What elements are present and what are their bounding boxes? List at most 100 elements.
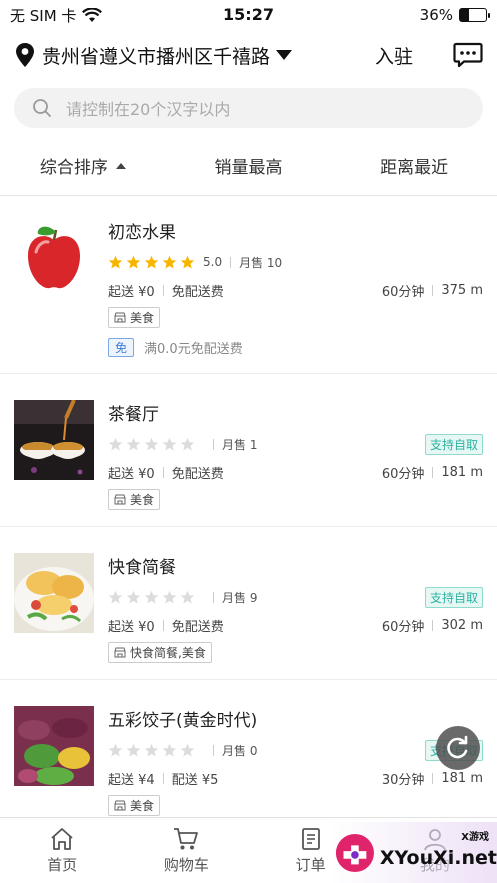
shop-item[interactable]: 快食简餐 月售 9 支持自取 起送 ¥0 免配送费 60分钟 302 m 快食简 <box>0 527 497 680</box>
pickup-badge: 支持自取 <box>424 586 483 608</box>
shop-image-apple <box>14 218 94 298</box>
tab-label: 购物车 <box>163 855 209 874</box>
star-icon <box>144 437 159 450</box>
search-input[interactable]: 请控制在20个汉字以内 <box>66 96 230 120</box>
time-distance: 30分钟 181 m <box>382 769 483 788</box>
min-order: 起送 ¥0 <box>108 284 155 300</box>
category-tag: 快食简餐,美食 <box>108 642 212 663</box>
refresh-icon <box>447 735 468 759</box>
star-icon <box>108 590 123 603</box>
monthly-sales: 月售 1 <box>222 437 258 452</box>
star-icon <box>126 437 141 450</box>
home-icon <box>51 827 73 850</box>
tab-cart[interactable]: 购物车 <box>124 818 248 883</box>
tag-text: 美食 <box>130 799 155 813</box>
battery-fill <box>460 9 470 21</box>
delivery-row: 起送 ¥4 配送 ¥5 30分钟 181 m <box>108 769 483 788</box>
delivery-time: 30分钟 <box>381 772 425 788</box>
shop-item[interactable]: 初恋水果 5.0 月售 10 起送 ¥0 免配送费 60分钟 375 m 美食 <box>0 196 497 374</box>
star-icon <box>108 255 123 268</box>
refresh-button[interactable] <box>436 726 480 770</box>
star-icon <box>162 255 177 268</box>
shop-name: 五彩饺子(黄金时代) <box>108 711 258 731</box>
star-icon <box>162 743 177 756</box>
tab-label: 首页 <box>47 855 78 874</box>
shop-image-snack <box>14 553 94 633</box>
shop-image-tea <box>14 400 94 480</box>
sort-distance[interactable]: 距离最近 <box>331 153 497 178</box>
rating-row: 5.0 月售 10 <box>108 253 483 271</box>
pickup-badge: 支持自取 <box>424 433 483 455</box>
star-icon <box>108 437 123 450</box>
shop-icon <box>114 647 126 658</box>
time-distance: 60分钟 375 m <box>382 281 483 300</box>
sort-label: 距离最近 <box>380 158 449 178</box>
battery-icon <box>459 8 490 22</box>
category-tag: 美食 <box>108 795 161 816</box>
shop-name: 快食简餐 <box>108 558 176 578</box>
tab-home[interactable]: 首页 <box>0 818 124 883</box>
delivery-row: 起送 ¥0 免配送费 60分钟 302 m <box>108 616 483 635</box>
star-icon <box>126 255 141 268</box>
shop-icon <box>114 312 126 323</box>
time-distance: 60分钟 302 m <box>382 616 483 635</box>
location-pin-icon <box>16 43 34 67</box>
location-dropdown-icon[interactable] <box>276 50 293 60</box>
category-tag: 美食 <box>108 489 161 510</box>
promo-text: 满0.0元免配送费 <box>144 342 243 357</box>
shop-list: 初恋水果 5.0 月售 10 起送 ¥0 免配送费 60分钟 375 m 美食 <box>0 196 497 832</box>
divider <box>432 619 434 631</box>
location-text[interactable]: 贵州省遵义市播州区千禧路 <box>42 42 270 69</box>
shop-item[interactable]: 茶餐厅 月售 1 支持自取 起送 ¥0 免配送费 60分钟 181 m 美食 <box>0 374 497 527</box>
sort-up-icon <box>115 162 126 169</box>
divider <box>162 772 164 784</box>
star-icon <box>144 743 159 756</box>
star-rating <box>108 255 195 270</box>
shop-info: 初恋水果 5.0 月售 10 起送 ¥0 免配送费 60分钟 375 m 美食 <box>108 218 483 357</box>
star-icon <box>162 437 177 450</box>
delivery-time: 60分钟 <box>381 284 425 300</box>
delivery-fee: 免配送费 <box>171 284 224 300</box>
star-icon <box>180 590 195 603</box>
star-rating <box>108 743 195 758</box>
divider <box>432 772 434 784</box>
category-tag: 美食 <box>108 307 161 328</box>
delivery-row: 起送 ¥0 免配送费 60分钟 375 m <box>108 281 483 300</box>
order-icon <box>301 827 320 850</box>
divider <box>213 591 214 603</box>
delivery-time: 60分钟 <box>381 619 425 635</box>
status-bar: 无 SIM 卡 15:27 36% <box>0 0 497 30</box>
join-button[interactable]: 入驻 <box>375 42 413 69</box>
shop-icon <box>114 800 126 811</box>
cart-icon <box>174 827 199 849</box>
delivery-fee: 免配送费 <box>171 466 224 482</box>
search-bar[interactable]: 请控制在20个汉字以内 <box>14 88 483 128</box>
distance: 181 m <box>441 464 483 480</box>
divider <box>230 256 232 268</box>
star-icon <box>180 743 195 756</box>
min-order: 起送 ¥0 <box>108 619 155 635</box>
sort-comprehensive[interactable]: 综合排序 <box>0 153 166 178</box>
tag-text: 快食简餐,美食 <box>130 646 206 660</box>
star-rating <box>108 437 195 452</box>
star-icon <box>126 590 141 603</box>
wifi-icon <box>82 7 103 22</box>
status-left: 无 SIM 卡 <box>10 5 103 26</box>
star-rating <box>108 590 195 605</box>
message-icon[interactable] <box>453 42 483 68</box>
star-icon <box>180 437 195 450</box>
battery-percent: 36% <box>419 6 453 24</box>
distance: 375 m <box>441 282 483 298</box>
delivery-fee: 配送 ¥5 <box>171 772 219 788</box>
sort-sales[interactable]: 销量最高 <box>166 153 332 178</box>
status-right: 36% <box>419 6 490 24</box>
watermark-small-text: X游戏 <box>461 832 489 843</box>
sort-label: 综合排序 <box>39 158 108 178</box>
watermark-text: XYouXi.net <box>379 846 497 869</box>
shop-item[interactable]: 五彩饺子(黄金时代) 月售 0 支持自取 起送 ¥4 配送 ¥5 30分钟 18… <box>0 680 497 832</box>
shop-icon <box>114 494 126 505</box>
monthly-sales: 月售 9 <box>222 590 258 605</box>
monthly-sales: 月售 0 <box>222 743 258 758</box>
location-bar: 贵州省遵义市播州区千禧路 入驻 <box>0 30 497 80</box>
promo-row: 免 满0.0元免配送费 <box>108 338 483 357</box>
